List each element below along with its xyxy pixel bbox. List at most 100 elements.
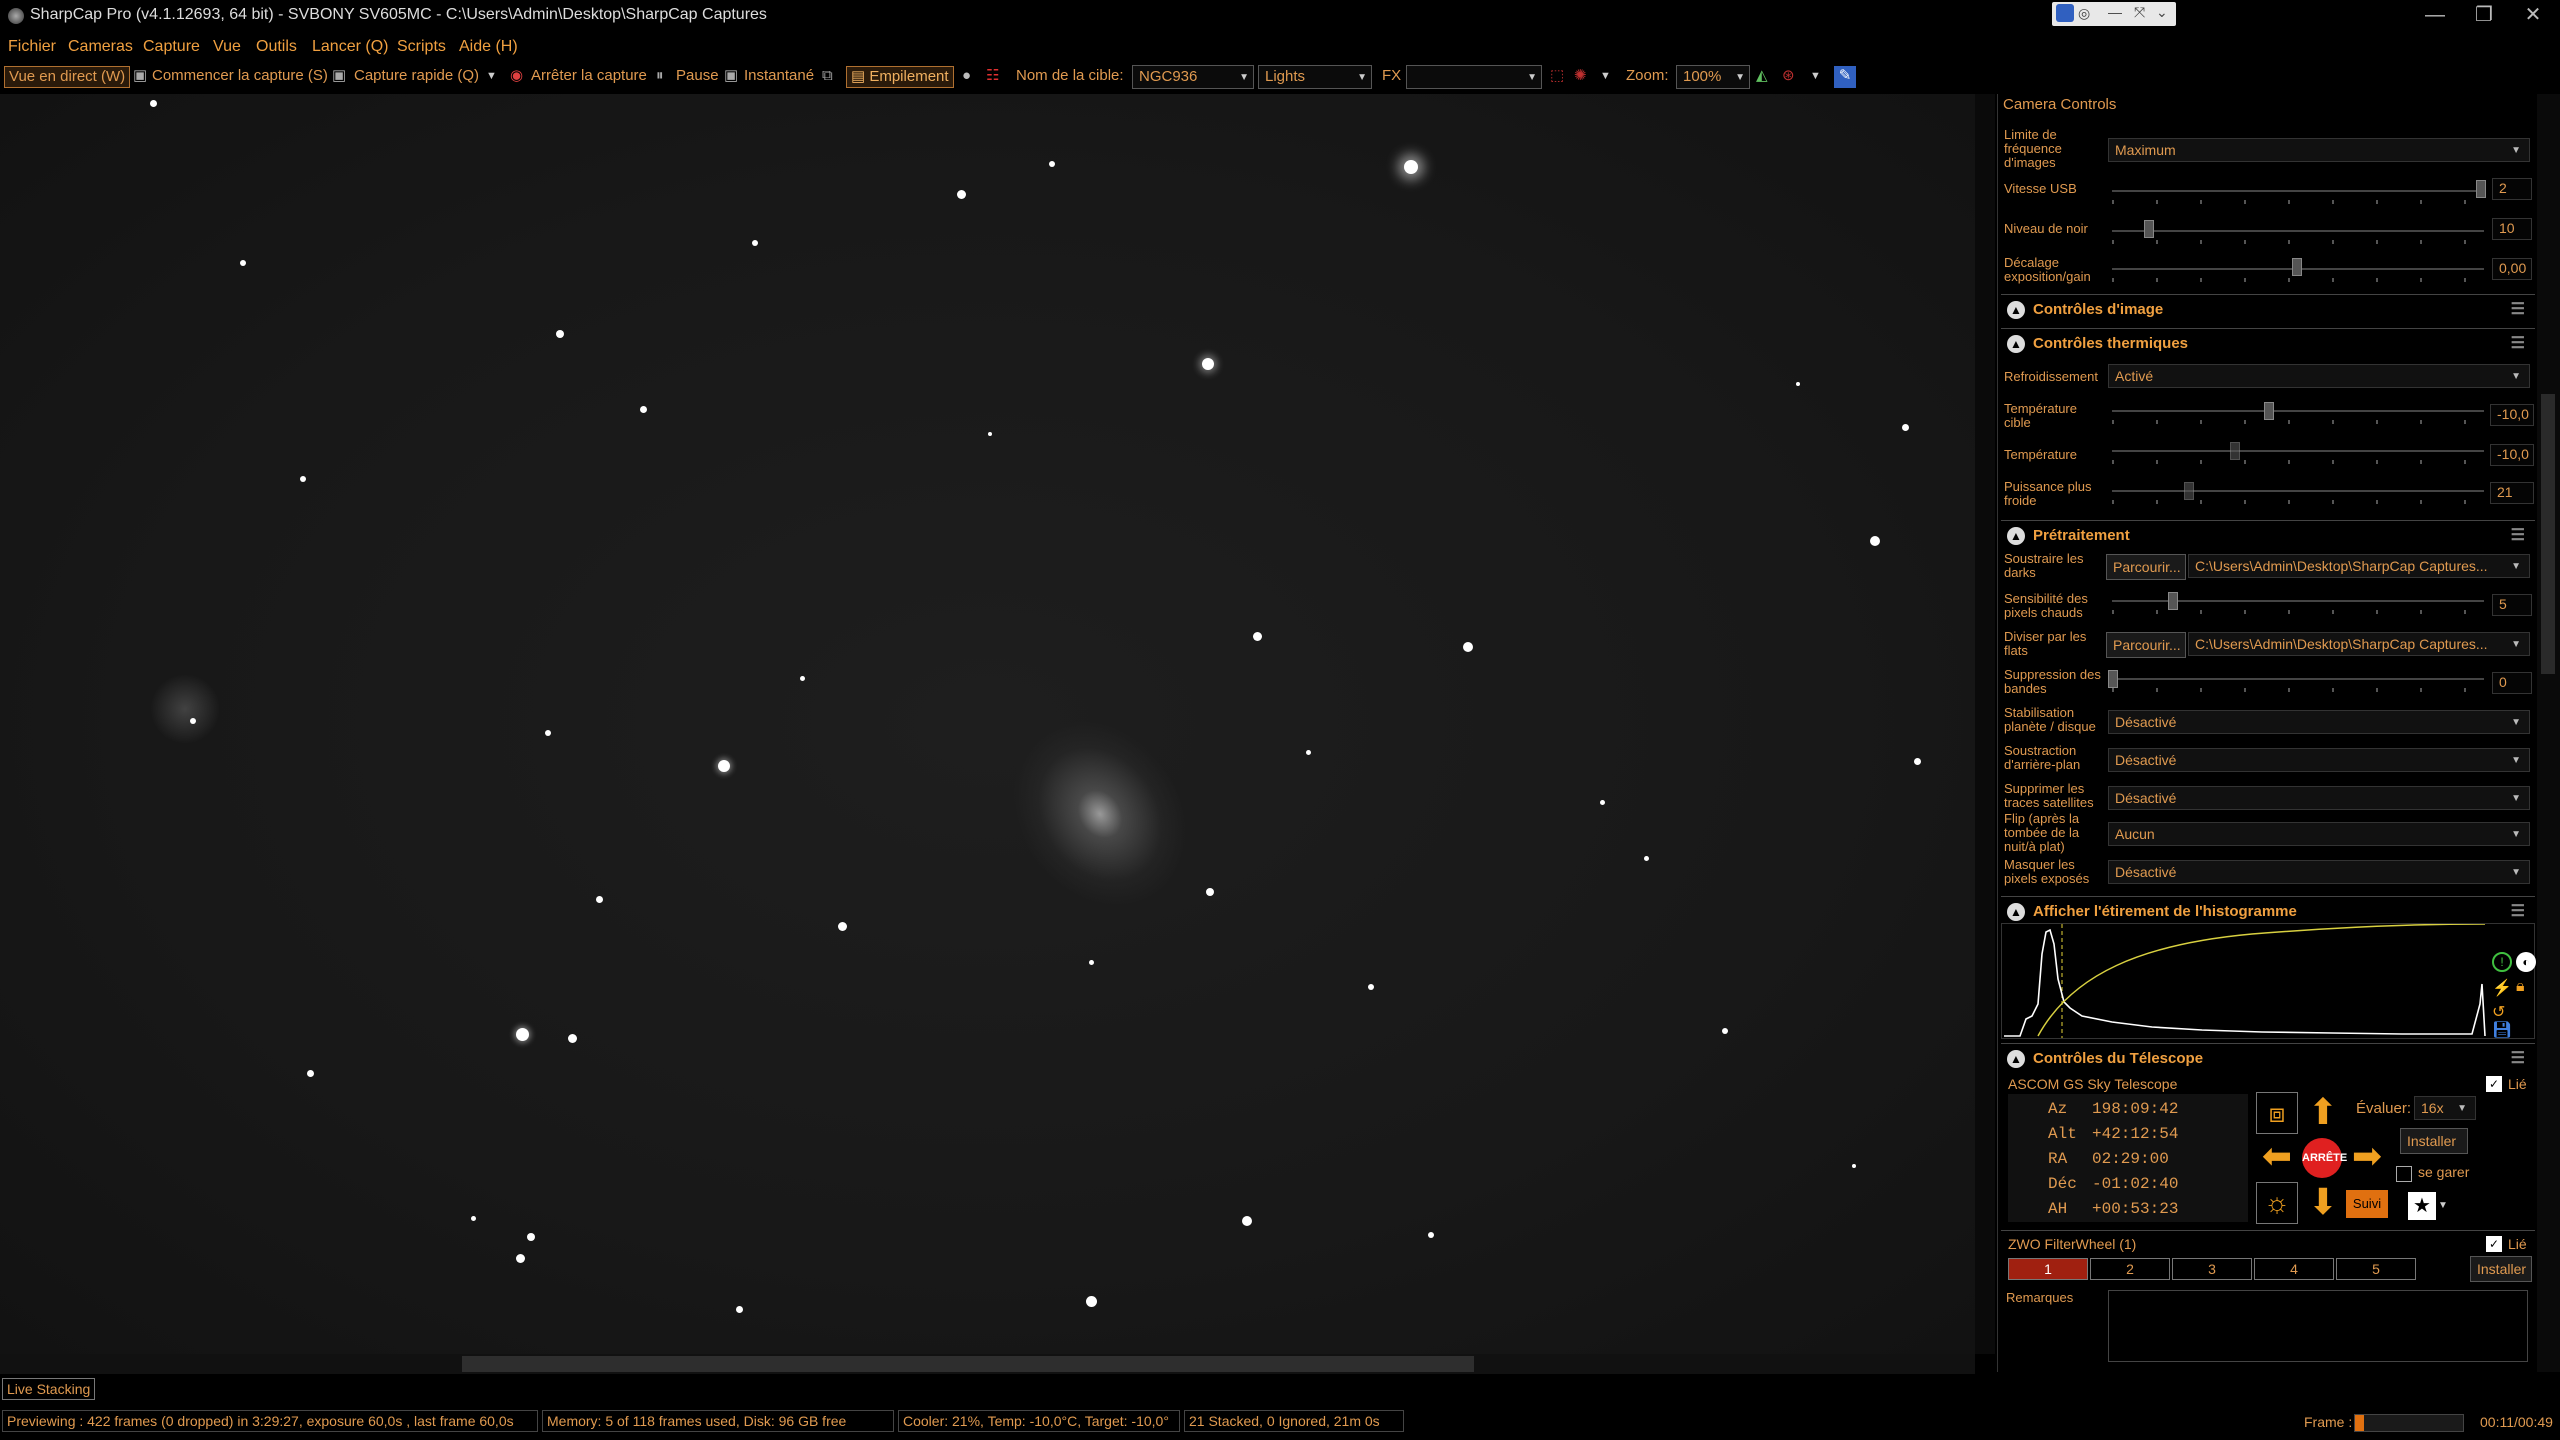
usb-speed-knob[interactable] [2476,180,2486,198]
hamburger-menu-icon[interactable]: ☰ [2511,333,2525,353]
darks-file-select[interactable]: C:\Users\Admin\Desktop\SharpCap Captures… [2188,554,2530,578]
usb-speed-input[interactable]: 2 [2492,178,2532,200]
stabilization-select[interactable]: Désactivé ▼ [2108,710,2530,734]
crosshair-icon[interactable]: ✺ [1574,66,1587,88]
menu-cameras[interactable]: Cameras [68,38,133,56]
goto-target-icon[interactable]: ⧈ [2256,1092,2298,1134]
cooling-select[interactable]: Activé ▼ [2108,364,2530,388]
black-level-knob[interactable] [2144,220,2154,238]
satellite-trails-select[interactable]: Désactivé ▼ [2108,786,2530,810]
pin-icon[interactable]: ✎ [1834,66,1856,88]
banding-suppression-knob[interactable] [2108,670,2118,688]
reset-icon[interactable]: ↺ [2492,1002,2505,1022]
usb-speed-slider[interactable] [2112,190,2484,192]
tray-chevron-icon[interactable]: ⌄ [2156,4,2168,21]
filter-slot-1[interactable]: 1 [2008,1258,2088,1280]
circle-icon[interactable]: ● [962,66,971,88]
target-temp-knob[interactable] [2264,402,2274,420]
preprocess-header[interactable]: ▲ Prétraitement ☰ [2001,520,2535,550]
live-view-button[interactable]: Vue en direct (W) [4,66,131,88]
pause-button[interactable]: Pause [676,66,719,88]
telescope-setup-button[interactable]: Installer [2400,1128,2468,1154]
mask-pixels-select[interactable]: Désactivé ▼ [2108,860,2530,884]
stop-capture-button[interactable]: Arrêter la capture [531,66,647,88]
crosshair-dropdown-icon[interactable]: ▼ [1600,66,1611,88]
hamburger-menu-icon[interactable]: ☰ [2511,525,2525,545]
notes-textarea[interactable] [2108,1290,2528,1362]
filter-slot-2[interactable]: 2 [2090,1258,2170,1280]
tracking-button[interactable]: Suivi [2346,1190,2388,1218]
arrow-left-icon[interactable]: ⬅ [2256,1136,2298,1178]
hamburger-menu-icon[interactable]: ☰ [2511,299,2525,319]
arrow-up-icon[interactable]: ⬆ [2302,1092,2344,1134]
black-level-input[interactable]: 10 [2492,218,2532,240]
telescope-linked-checkbox[interactable]: ✓ [2486,1076,2502,1092]
lock-icon[interactable]: 🔒︎ [2516,978,2525,996]
close-button[interactable]: ✕ [2504,0,2560,32]
quick-capture-dropdown-icon[interactable]: ▼ [486,66,497,88]
lightning-icon[interactable]: ⚡ [2492,978,2512,998]
banding-suppression-slider[interactable] [2112,678,2484,680]
target-temp-slider[interactable] [2112,410,2484,412]
menu-capture[interactable]: Capture [143,38,200,56]
frame-rate-select[interactable]: Maximum ▼ [2108,138,2530,162]
star-icon[interactable]: ★ [2408,1192,2436,1220]
banding-suppression-input[interactable]: 0 [2492,672,2532,694]
target-temp-input[interactable]: -10,0 [2490,404,2534,426]
quick-capture-button[interactable]: Capture rapide (Q) [354,66,479,88]
focus-icon[interactable]: ⊛ [1782,66,1795,88]
rate-select[interactable]: 16x ▼ [2414,1096,2476,1120]
telescope-header[interactable]: ▲ Contrôles du Télescope ☰ [2001,1043,2535,1073]
flats-file-select[interactable]: C:\Users\Admin\Desktop\SharpCap Captures… [2188,632,2530,656]
stacking-button[interactable]: ▤ Empilement [846,66,954,88]
monitor-icon[interactable]: ⧉ [822,66,833,88]
auto-stretch-icon[interactable]: ! [2492,952,2512,972]
star-dropdown-icon[interactable]: ▼ [2438,1200,2448,1211]
filter-slot-4[interactable]: 4 [2254,1258,2334,1280]
arrow-right-icon[interactable]: ➡ [2346,1136,2388,1178]
menu-tools[interactable]: Outils [256,38,297,56]
browse-flats-button[interactable]: Parcourir... [2106,632,2186,658]
panel-scrollbar[interactable] [2537,94,2560,1372]
arrow-down-icon[interactable]: ⬇ [2302,1182,2344,1224]
menu-help[interactable]: Aide (H) [459,38,518,56]
exposure-gain-offset-knob[interactable] [2292,258,2302,276]
histogram-header[interactable]: ▲ Afficher l'étirement de l'histogramme ☰ [2001,896,2535,926]
target-name-select[interactable]: NGC936 ▼ [1132,65,1254,89]
menu-view[interactable]: Vue [213,38,241,56]
vertical-scrollbar[interactable] [1975,94,1995,1354]
filter-slot-5[interactable]: 5 [2336,1258,2416,1280]
menu-scripts[interactable]: Scripts [397,38,446,56]
zoom-select[interactable]: 100% ▼ [1676,65,1750,89]
thermal-controls-header[interactable]: ▲ Contrôles thermiques ☰ [2001,328,2535,358]
histogram-icon[interactable]: ◭ [1756,66,1768,88]
fx-select[interactable]: ▼ [1406,65,1542,89]
start-capture-button[interactable]: Commencer la capture (S) [152,66,328,88]
hot-pixel-input[interactable]: 5 [2492,594,2532,616]
hamburger-menu-icon[interactable]: ☰ [2511,901,2525,921]
live-stacking-tab[interactable]: Live Stacking [2,1378,96,1400]
black-level-slider[interactable] [2112,230,2484,232]
flip-select[interactable]: Aucun ▼ [2108,822,2530,846]
save-icon[interactable]: 💾︎ [2492,1020,2512,1040]
filterwheel-setup-button[interactable]: Installer [2470,1256,2532,1282]
frame-type-select[interactable]: Lights ▼ [1258,65,1372,89]
menu-file[interactable]: Fichier [8,38,56,56]
tray-icons[interactable]: ◎ — ⤧ ⌄ [2052,2,2176,26]
tray-network-icon[interactable]: ◎ [2078,5,2090,22]
hot-pixel-knob[interactable] [2168,592,2178,610]
image-viewer[interactable] [0,94,1975,1354]
stop-telescope-button[interactable]: ARRÊTE [2302,1138,2347,1178]
focus-dropdown-icon[interactable]: ▼ [1810,66,1821,88]
reticle-box-icon[interactable]: ⬚ [1550,66,1564,88]
hamburger-menu-icon[interactable]: ☰ [2511,1048,2525,1068]
filter-slot-3[interactable]: 3 [2172,1258,2252,1280]
target-icon[interactable]: ☷ [986,66,999,88]
sun-icon[interactable]: ☼ [2256,1182,2298,1224]
park-checkbox[interactable] [2396,1166,2412,1182]
exposure-gain-offset-input[interactable]: 0,00 [2492,258,2532,280]
browse-darks-button[interactable]: Parcourir... [2106,554,2186,580]
filterwheel-linked-checkbox[interactable]: ✓ [2486,1236,2502,1252]
menu-launch[interactable]: Lancer (Q) [312,38,388,56]
horizontal-scroll-thumb[interactable] [462,1356,1474,1372]
